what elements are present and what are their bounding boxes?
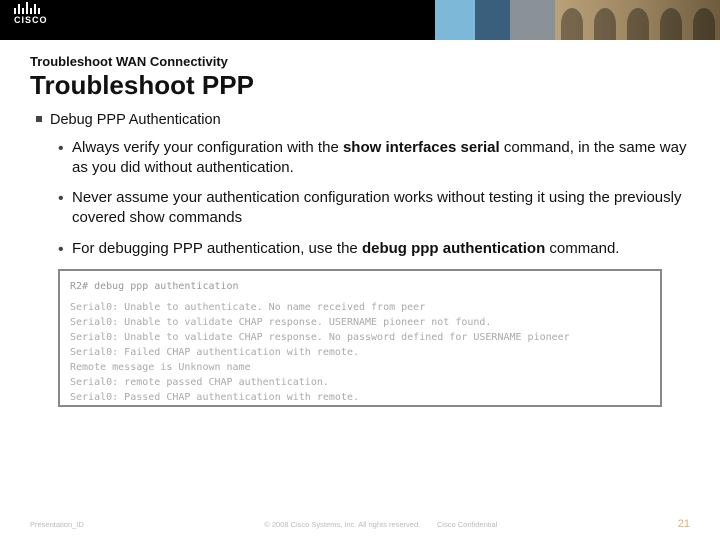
terminal-line: Serial0: Failed CHAP authentication with… xyxy=(70,345,650,360)
terminal-line: Remote message is Unknown name xyxy=(70,360,650,375)
brand-logo: CISCO xyxy=(14,4,48,25)
list-item: Never assume your authentication configu… xyxy=(58,188,690,229)
slide-pretitle: Troubleshoot WAN Connectivity xyxy=(30,54,690,69)
terminal-line: Serial0: remote passed CHAP authenticati… xyxy=(70,375,650,390)
slide-title: Troubleshoot PPP xyxy=(30,71,690,100)
brand-name: CISCO xyxy=(14,15,48,25)
logo-bars-icon xyxy=(14,4,48,14)
footer-left: Presentation_ID xyxy=(30,520,84,529)
footer-copyright: © 2008 Cisco Systems, Inc. All rights re… xyxy=(264,520,420,529)
page-number: 21 xyxy=(678,518,690,530)
square-bullet-icon xyxy=(36,116,42,122)
terminal-line: Serial0: CHAP input code = 4 id = 3 len … xyxy=(70,405,650,407)
terminal-line: Serial0: Unable to validate CHAP respons… xyxy=(70,315,650,330)
header-image-strip xyxy=(435,0,720,40)
list-item: For debugging PPP authentication, use th… xyxy=(58,239,690,259)
terminal-command: R2# debug ppp authentication xyxy=(70,279,650,294)
slide-footer: Presentation_ID © 2008 Cisco Systems, In… xyxy=(0,518,720,530)
terminal-output: R2# debug ppp authentication Serial0: Un… xyxy=(58,269,662,407)
terminal-line: Serial0: Unable to authenticate. No name… xyxy=(70,300,650,315)
slide-content: Troubleshoot WAN Connectivity Troublesho… xyxy=(0,40,720,407)
terminal-line: Serial0: Unable to validate CHAP respons… xyxy=(70,330,650,345)
people-photo-icon xyxy=(555,0,720,40)
bullet-list: Always verify your configuration with th… xyxy=(30,138,690,259)
list-item: Always verify your configuration with th… xyxy=(58,138,690,179)
section-heading: Debug PPP Authentication xyxy=(30,112,690,128)
footer-confidential: Cisco Confidential xyxy=(437,520,497,529)
terminal-line: Serial0: Passed CHAP authentication with… xyxy=(70,390,650,405)
slide-header: CISCO xyxy=(0,0,720,40)
